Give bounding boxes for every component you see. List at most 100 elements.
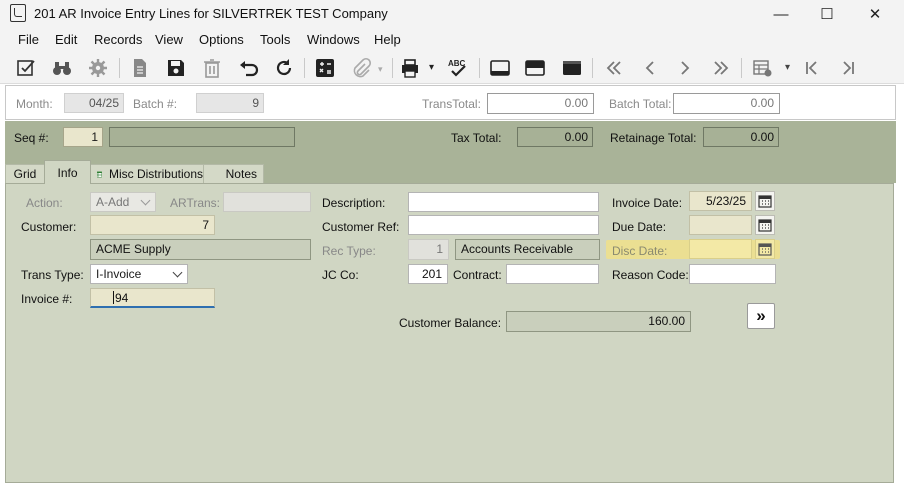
minimize-button[interactable]: — [758,0,804,28]
toolbar-separator [304,58,305,78]
toolbar-separator [119,58,120,78]
batch-total-label: Batch Total: [609,97,672,111]
invoice-number-field[interactable]: 94 [90,288,215,308]
customer-name-field: ACME Supply [90,239,311,260]
settings-gear-icon[interactable] [85,56,111,80]
menu-file[interactable]: File [18,32,39,47]
calendar-icon[interactable] [755,215,775,235]
description-field[interactable] [408,192,599,212]
attach-icon[interactable] [348,56,374,80]
print-icon[interactable] [397,56,423,80]
trans-total-field: 0.00 [487,93,594,114]
next-record-icon[interactable] [672,56,698,80]
seq-label: Seq #: [14,131,49,145]
chevron-down-icon [172,267,183,278]
customer-ref-label: Customer Ref: [322,220,400,234]
reason-code-field[interactable] [689,264,776,284]
document-icon[interactable] [127,56,153,80]
maximize-button[interactable]: ☐ [804,0,850,28]
month-field: 04/25 [64,93,124,113]
menu-view[interactable]: View [155,32,183,47]
refresh-icon[interactable] [271,56,297,80]
disc-date-label: Disc Date: [612,244,668,258]
last-record-icon[interactable] [708,56,734,80]
artrans-label: ARTrans: [170,196,221,210]
contract-label: Contract: [453,268,502,282]
jump-last-icon[interactable] [835,56,861,80]
menu-edit[interactable]: Edit [55,32,77,47]
invoice-date-label: Invoice Date: [612,196,683,210]
trans-total-label: TransTotal: [422,97,481,111]
jc-co-label: JC Co: [322,268,359,282]
customer-balance-field: 160.00 [506,311,691,332]
spreadsheet-icon [97,171,102,177]
month-label: Month: [16,97,53,111]
invoice-number-label: Invoice #: [21,292,73,306]
action-value: A-Add [96,195,130,209]
rec-type-label: Rec Type: [322,244,376,258]
menu-tools[interactable]: Tools [260,32,290,47]
jump-first-icon[interactable] [799,56,825,80]
tab-misc-distributions[interactable]: Misc Distributions [90,164,204,183]
action-label: Action: [26,196,63,210]
print-dropdown-icon[interactable]: ▾ [429,62,434,73]
calendar-icon[interactable] [755,191,775,211]
action-select[interactable]: A-Add [90,192,156,212]
app-window: 201 AR Invoice Entry Lines for SILVERTRE… [0,0,904,488]
customer-label: Customer: [21,220,77,234]
due-date-field[interactable] [689,215,752,235]
disc-date-field[interactable] [689,239,752,259]
tax-total-label: Tax Total: [451,131,502,145]
layout-bottom-icon[interactable] [487,56,513,80]
rec-type-field: 1 [408,239,449,260]
artrans-field [223,192,311,212]
window-title: 201 AR Invoice Entry Lines for SILVERTRE… [34,6,388,21]
chevron-down-icon [140,195,151,206]
tax-total-field: 0.00 [517,127,593,147]
save-icon[interactable] [163,56,189,80]
tab-misc-distributions-label: Misc Distributions [108,167,203,181]
contract-field[interactable] [506,264,599,284]
seq-field[interactable]: 1 [63,127,103,147]
expand-more-button[interactable]: » [747,303,775,329]
customer-ref-field[interactable] [408,215,599,235]
edit-icon[interactable] [13,56,39,80]
menu-records[interactable]: Records [94,32,142,47]
description-label: Description: [322,196,386,210]
toolbar-separator [741,58,742,78]
seq-description-field [109,127,295,147]
grid-settings-dropdown-icon[interactable]: ▾ [785,62,790,73]
text-cursor [113,291,114,304]
binoculars-icon[interactable] [49,56,75,80]
customer-field[interactable]: 7 [90,215,215,235]
toolbar-separator [392,58,393,78]
app-logo-icon [10,4,26,22]
close-button[interactable]: ✕ [852,0,898,28]
menu-help[interactable]: Help [374,32,401,47]
customer-balance-label: Customer Balance: [399,316,502,330]
menu-options[interactable]: Options [199,32,244,47]
attach-dropdown-icon[interactable]: ▾ [378,64,383,75]
tab-info[interactable]: Info [44,160,91,184]
trans-type-label: Trans Type: [21,268,84,282]
delete-icon[interactable] [199,56,225,80]
layout-split-icon[interactable] [522,56,548,80]
trans-type-select[interactable]: I-Invoice [90,264,188,284]
tab-notes[interactable]: Notes [203,164,264,183]
reason-code-label: Reason Code: [612,268,689,282]
menu-windows[interactable]: Windows [307,32,360,47]
invoice-date-field[interactable]: 5/23/25 [689,191,752,211]
tab-grid[interactable]: Grid [5,164,45,183]
first-record-icon[interactable] [601,56,627,80]
calculator-icon[interactable] [312,56,338,80]
layout-top-icon[interactable] [559,56,585,80]
grid-settings-icon[interactable] [750,56,776,80]
trans-type-value: I-Invoice [96,267,142,281]
previous-record-icon[interactable] [637,56,663,80]
batch-total-field: 0.00 [673,93,780,114]
spellcheck-icon[interactable]: ABC [445,56,471,80]
undo-icon[interactable] [235,56,261,80]
rec-type-description: Accounts Receivable [455,239,600,260]
jc-co-field[interactable]: 201 [408,264,448,284]
calendar-icon[interactable] [755,239,775,259]
